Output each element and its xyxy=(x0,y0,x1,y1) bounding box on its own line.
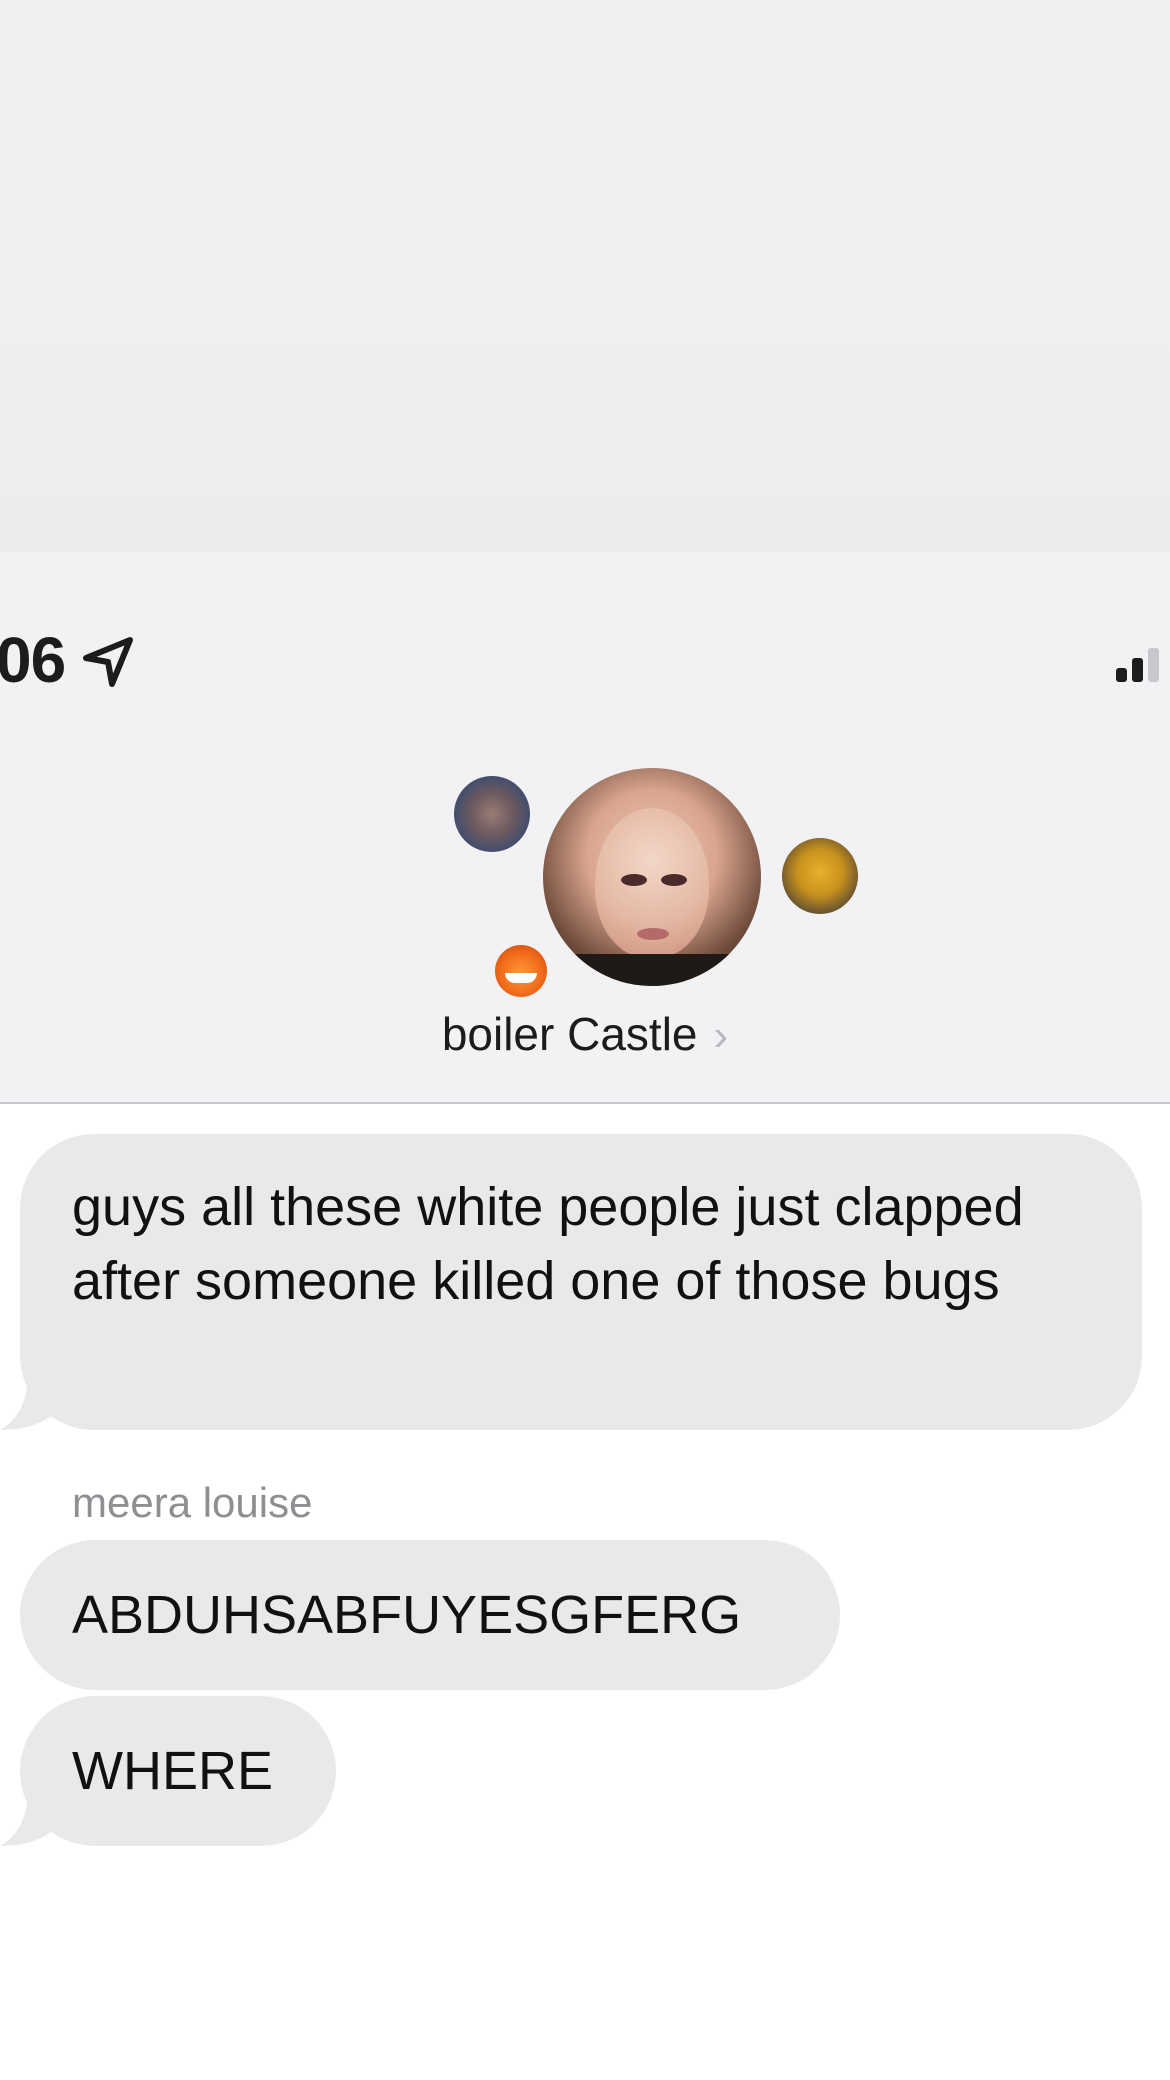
blank-overlay-area xyxy=(0,0,1170,552)
group-avatar[interactable] xyxy=(543,768,761,986)
message-bubble[interactable]: WHERE xyxy=(20,1696,336,1846)
group-name-label: boiler Castle xyxy=(441,1008,698,1060)
group-member-avatar[interactable] xyxy=(495,945,547,997)
sender-name: meera louise xyxy=(72,1479,313,1526)
message-text: guys all these white people just clapped… xyxy=(72,1177,1024,1311)
chevron-right-icon: › xyxy=(713,1011,729,1060)
group-member-avatar[interactable] xyxy=(782,838,858,914)
group-name-button[interactable]: boiler Castle › xyxy=(0,1006,1170,1064)
group-member-avatar[interactable] xyxy=(454,776,530,852)
message-text: ABDUHSABFUYESGFERG xyxy=(72,1585,742,1645)
avatar-eye xyxy=(661,874,687,886)
message-text: WHERE xyxy=(72,1741,273,1801)
bubble-tail xyxy=(0,1788,60,1846)
avatar-mouth xyxy=(505,973,537,983)
status-time: 06 xyxy=(0,624,66,696)
cellular-signal-icon xyxy=(1116,648,1159,682)
avatar-shoulder xyxy=(543,954,761,986)
message-bubble[interactable]: ABDUHSABFUYESGFERG xyxy=(20,1540,840,1690)
messages-screen: 06 boiler Castle › guys all these white p… xyxy=(0,0,1170,2080)
avatar-lips xyxy=(637,928,669,940)
location-arrow-icon xyxy=(83,637,133,687)
bubble-tail xyxy=(0,1372,60,1430)
avatar-eye xyxy=(621,874,647,886)
message-bubble[interactable]: guys all these white people just clapped… xyxy=(20,1134,1142,1430)
